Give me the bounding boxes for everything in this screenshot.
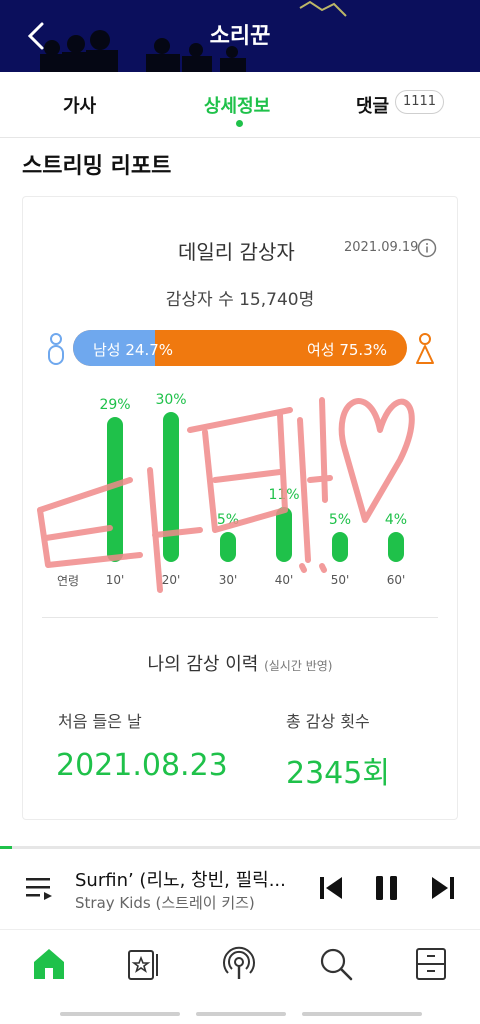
gesture-bar xyxy=(196,1012,286,1016)
age-bar xyxy=(220,532,236,562)
page-title: 소리꾼 xyxy=(209,24,271,49)
age-tick-label: 10' xyxy=(106,573,125,587)
age-value-label: 29% xyxy=(99,397,130,413)
tab-lyrics[interactable]: 가사 xyxy=(63,92,96,118)
divider xyxy=(42,617,438,618)
age-value-label: 4% xyxy=(385,512,407,528)
age-value-label: 30% xyxy=(155,392,186,408)
podcast-icon[interactable] xyxy=(221,946,257,982)
active-tab-indicator xyxy=(236,120,243,127)
age-tick-label: 30' xyxy=(219,573,238,587)
listener-count: 감상자 수 15,740명 xyxy=(165,290,315,310)
playback-progress-fill xyxy=(0,846,12,849)
daily-title: 데일리 감상자 xyxy=(178,240,295,264)
next-track-icon[interactable] xyxy=(430,874,456,902)
search-icon[interactable] xyxy=(318,946,354,982)
playlist-icon[interactable] xyxy=(24,874,54,902)
age-tick-label: 60' xyxy=(387,573,406,587)
female-share-label: 여성 75.3% xyxy=(306,341,387,359)
bottom-nav xyxy=(0,930,480,1024)
info-icon[interactable] xyxy=(417,238,437,258)
female-icon xyxy=(416,333,434,364)
tab-comments[interactable]: 댓글 xyxy=(356,92,389,118)
pause-icon[interactable] xyxy=(374,874,400,902)
playback-progress[interactable] xyxy=(0,846,480,849)
gesture-bar xyxy=(60,1012,180,1016)
drawer-icon[interactable] xyxy=(413,946,449,982)
mini-player: Surfin’ (리노, 창빈, 필릭... Stray Kids (스트레이 … xyxy=(0,850,480,930)
gesture-bar xyxy=(302,1012,422,1016)
storage-icon[interactable] xyxy=(126,946,162,982)
age-axis-label: 연령 xyxy=(57,574,80,588)
song-title[interactable]: Surfin’ (리노, 창빈, 필릭... xyxy=(75,866,297,892)
first-listen-date: 2021.08.23 xyxy=(56,748,228,783)
age-tick-label: 40' xyxy=(275,573,294,587)
age-bar xyxy=(388,532,404,562)
section-title: 스트리밍 리포트 xyxy=(22,154,172,179)
history-title: 나의 감상 이력 (실시간 반영) xyxy=(0,650,480,676)
first-listen-label: 처음 들은 날 xyxy=(58,712,142,731)
comment-count-badge: 1111 xyxy=(395,90,444,114)
age-value-label: 11% xyxy=(268,487,299,503)
age-bar xyxy=(276,507,292,562)
daily-date: 2021.09.19 xyxy=(344,240,419,255)
total-plays-label: 총 감상 횟수 xyxy=(286,712,370,731)
gender-ratio-bar: 남성 24.7% 여성 75.3% xyxy=(73,330,407,366)
male-share-label: 남성 24.7% xyxy=(93,341,174,359)
previous-track-icon[interactable] xyxy=(318,874,344,902)
age-bar xyxy=(107,417,123,562)
song-artist[interactable]: Stray Kids (스트레이 키즈) xyxy=(75,892,255,913)
age-tick-label: 50' xyxy=(331,573,350,587)
tab-details[interactable]: 상세정보 xyxy=(204,92,270,118)
total-plays-count: 2345회 xyxy=(286,756,390,791)
age-value-label: 5% xyxy=(217,512,239,528)
age-value-label: 5% xyxy=(329,512,351,528)
history-title-text: 나의 감상 이력 xyxy=(147,654,259,675)
app-header: 소리꾼 xyxy=(0,0,480,72)
age-bar xyxy=(332,532,348,562)
male-icon xyxy=(48,333,64,365)
home-icon[interactable] xyxy=(31,946,67,982)
age-tick-label: 20' xyxy=(162,573,181,587)
age-bar-chart: 29% 10' 30% 20' 5% 30' 11% 40' 5% 50' 4% 60' xyxy=(99,392,407,587)
age-bar xyxy=(163,412,179,562)
history-subtitle: (실시간 반영) xyxy=(264,659,333,673)
